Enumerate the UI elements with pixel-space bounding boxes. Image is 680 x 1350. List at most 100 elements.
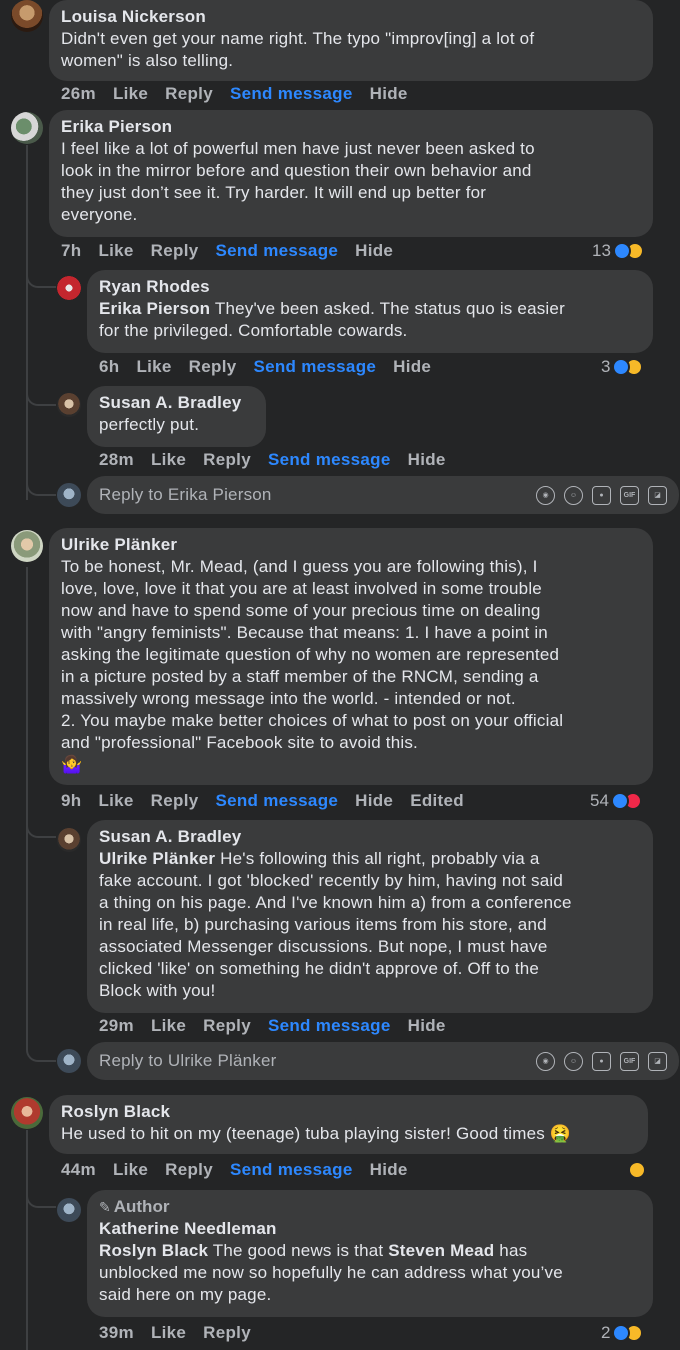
send-message-button[interactable]: Send message: [253, 357, 376, 377]
comment-timestamp[interactable]: 44m: [61, 1160, 96, 1180]
comment-timestamp[interactable]: 26m: [61, 84, 96, 104]
thread-line: [26, 567, 28, 1047]
hide-button[interactable]: Hide: [370, 1160, 408, 1180]
reaction-summary[interactable]: [628, 1159, 646, 1181]
sticker-icon[interactable]: ◪: [648, 485, 667, 505]
hide-button[interactable]: Hide: [393, 357, 431, 377]
reply-timestamp[interactable]: 28m: [99, 450, 134, 470]
reply-timestamp[interactable]: 39m: [99, 1323, 134, 1343]
reaction-summary[interactable]: 54: [590, 790, 642, 812]
like-button[interactable]: Like: [98, 241, 133, 261]
comment-actions: 26m Like Reply Send message Hide: [61, 83, 425, 105]
reply-button[interactable]: Reply: [151, 791, 199, 811]
reply-button[interactable]: Reply: [165, 84, 213, 104]
reply-author-name[interactable]: Susan A. Bradley: [99, 826, 641, 848]
reply-bubble: Susan A. Bradley Ulrike Plänker He's fol…: [87, 820, 653, 1013]
hide-button[interactable]: Hide: [408, 450, 446, 470]
comment-bubble: Erika Pierson I feel like a lot of power…: [49, 110, 653, 237]
comment-author-name[interactable]: Ulrike Plänker: [61, 534, 641, 556]
mention-tag[interactable]: Roslyn Black: [99, 1241, 208, 1260]
reply-button[interactable]: Reply: [189, 357, 237, 377]
avatar[interactable]: [11, 1097, 43, 1129]
thread-line: [26, 1130, 28, 1350]
thread-connector: [26, 1190, 56, 1208]
hide-button[interactable]: Hide: [370, 84, 408, 104]
reply-bubble: Susan A. Bradley perfectly put.: [87, 386, 266, 447]
avatar[interactable]: [11, 112, 43, 144]
comment-author-name[interactable]: Roslyn Black: [61, 1101, 636, 1123]
reply-input[interactable]: Reply to Erika Pierson ◉ ☺ ● GIF ◪: [87, 476, 679, 514]
wow-reaction-icon: [628, 1161, 646, 1179]
comment-author-name[interactable]: Erika Pierson: [61, 116, 641, 138]
sticker-face-icon[interactable]: ◉: [536, 1051, 555, 1071]
reply-body: He's following this all right, probably …: [99, 849, 572, 1000]
my-avatar: [57, 1049, 81, 1073]
comment-text: I feel like a lot of powerful men have j…: [61, 139, 535, 224]
comment-author-name[interactable]: Louisa Nickerson: [61, 6, 641, 28]
mention-tag[interactable]: Erika Pierson: [99, 299, 210, 318]
avatar[interactable]: [11, 530, 43, 562]
thread-line: [26, 145, 28, 500]
camera-icon[interactable]: ●: [592, 485, 611, 505]
send-message-button[interactable]: Send message: [268, 1016, 391, 1036]
send-message-button[interactable]: Send message: [230, 84, 353, 104]
reply-button[interactable]: Reply: [203, 1323, 251, 1343]
reply-text: Roslyn Black The good news is that Steve…: [99, 1240, 641, 1306]
reaction-summary[interactable]: 3: [601, 356, 644, 378]
reply-actions: 39m Like Reply: [99, 1322, 268, 1344]
gif-icon[interactable]: GIF: [620, 1051, 639, 1071]
reaction-summary[interactable]: 13: [592, 240, 644, 262]
comment-bubble: Ulrike Plänker To be honest, Mr. Mead, (…: [49, 528, 653, 785]
reply-author-name[interactable]: Susan A. Bradley: [99, 392, 254, 414]
send-message-button[interactable]: Send message: [215, 791, 338, 811]
avatar[interactable]: [11, 0, 43, 32]
avatar[interactable]: [57, 393, 81, 417]
like-button[interactable]: Like: [151, 450, 186, 470]
like-button[interactable]: Like: [151, 1016, 186, 1036]
reply-input-placeholder: Reply to Erika Pierson: [99, 485, 272, 504]
emoji-icon[interactable]: ☺: [564, 485, 583, 505]
reply-author-name[interactable]: Ryan Rhodes: [99, 276, 641, 298]
thread-connector: [26, 478, 56, 496]
comment-text: Didn't even get your name right. The typ…: [61, 29, 535, 70]
avatar[interactable]: [57, 1198, 81, 1222]
reply-button[interactable]: Reply: [203, 450, 251, 470]
avatar[interactable]: [57, 276, 81, 300]
reply-body-part: The good news is that: [208, 1241, 389, 1260]
mention-tag[interactable]: Steven Mead: [388, 1241, 494, 1260]
hide-button[interactable]: Hide: [408, 1016, 446, 1036]
reply-button[interactable]: Reply: [203, 1016, 251, 1036]
mention-tag[interactable]: Ulrike Plänker: [99, 849, 215, 868]
send-message-button[interactable]: Send message: [268, 450, 391, 470]
like-button[interactable]: Like: [98, 791, 133, 811]
like-button[interactable]: Like: [113, 84, 148, 104]
reply-button[interactable]: Reply: [165, 1160, 213, 1180]
reaction-count: 3: [601, 357, 611, 376]
hide-button[interactable]: Hide: [355, 791, 393, 811]
reply-text: perfectly put.: [99, 415, 200, 434]
comment-timestamp[interactable]: 9h: [61, 791, 81, 811]
hide-button[interactable]: Hide: [355, 241, 393, 261]
like-button[interactable]: Like: [151, 1323, 186, 1343]
reply-author-name[interactable]: Katherine Needleman: [99, 1218, 641, 1240]
emoji-icon[interactable]: ☺: [564, 1051, 583, 1071]
thread-connector: [26, 270, 56, 288]
gif-icon[interactable]: GIF: [620, 485, 639, 505]
reply-input[interactable]: Reply to Ulrike Plänker ◉ ☺ ● GIF ◪: [87, 1042, 679, 1080]
reply-timestamp[interactable]: 29m: [99, 1016, 134, 1036]
reply-bubble: Ryan Rhodes Erika Pierson They've been a…: [87, 270, 653, 353]
reply-button[interactable]: Reply: [151, 241, 199, 261]
edited-label[interactable]: Edited: [410, 791, 464, 811]
avatar[interactable]: [57, 828, 81, 852]
reaction-summary[interactable]: 2: [601, 1322, 644, 1344]
sticker-icon[interactable]: ◪: [648, 1051, 667, 1071]
send-message-button[interactable]: Send message: [215, 241, 338, 261]
like-button[interactable]: Like: [136, 357, 171, 377]
reply-bubble: ✎ Author Katherine Needleman Roslyn Black…: [87, 1190, 653, 1317]
camera-icon[interactable]: ●: [592, 1051, 611, 1071]
send-message-button[interactable]: Send message: [230, 1160, 353, 1180]
sticker-face-icon[interactable]: ◉: [536, 485, 555, 505]
reply-timestamp[interactable]: 6h: [99, 357, 119, 377]
comment-timestamp[interactable]: 7h: [61, 241, 81, 261]
like-button[interactable]: Like: [113, 1160, 148, 1180]
